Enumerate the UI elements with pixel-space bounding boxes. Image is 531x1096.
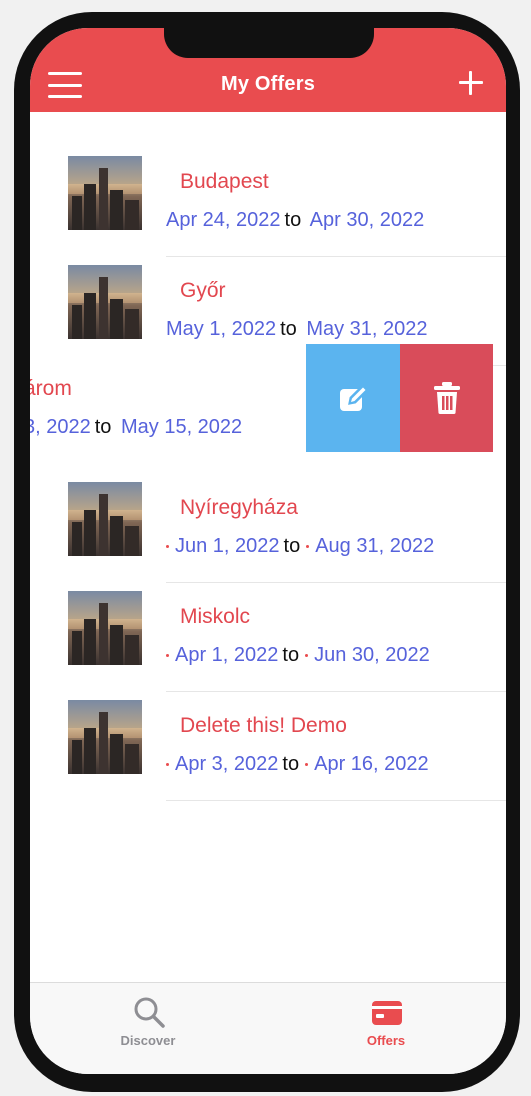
tab-offers[interactable]: Offers <box>326 991 446 1055</box>
date-marker-icon <box>306 545 310 549</box>
offer-end-date: Jun 30, 2022 <box>314 644 430 666</box>
offer-row-miskolc[interactable]: Miskolc Apr 1, 2022 to Jun 30, 2022 <box>30 571 506 692</box>
offer-dates: 3, 2022 to May 15, 2022 <box>30 416 242 439</box>
offer-end-date: May 15, 2022 <box>120 416 243 438</box>
offer-row-gyor[interactable]: Győr May 1, 2022 to May 31, 2022 <box>30 245 506 366</box>
search-icon <box>134 997 165 1028</box>
edit-pencil-icon <box>340 383 370 411</box>
offer-title: Delete this! Demo <box>180 714 347 737</box>
tab-discover[interactable]: Discover <box>88 991 208 1055</box>
offer-dates: Apr 1, 2022 to Jun 30, 2022 <box>166 644 506 667</box>
device-notch <box>164 28 374 58</box>
offer-thumbnail <box>68 482 142 556</box>
offer-row-delete-demo[interactable]: Delete this! Demo Apr 3, 2022 to Apr 16, 2… <box>30 680 506 801</box>
offer-end-date: Aug 31, 2022 <box>315 535 435 557</box>
offer-title: Budapest <box>180 170 269 193</box>
offer-title: árom <box>30 377 72 400</box>
offer-end-date: Apr 30, 2022 <box>309 209 425 231</box>
offer-start-date: Jun 1, 2022 <box>175 535 280 557</box>
date-separator: to <box>284 209 302 231</box>
date-marker-icon <box>166 763 169 767</box>
offer-start-date: Apr 1, 2022 <box>175 644 279 666</box>
tab-bar: Discover Offers <box>30 982 506 1074</box>
edit-button[interactable] <box>306 344 400 452</box>
offer-start-date: Apr 24, 2022 <box>166 209 281 231</box>
offer-end-date: Apr 16, 2022 <box>314 753 429 775</box>
offer-start-date: May 1, 2022 <box>166 318 277 340</box>
offer-dates: May 1, 2022 to May 31, 2022 <box>166 318 506 341</box>
row-divider <box>166 800 506 801</box>
offer-dates: Apr 24, 2022 to Apr 30, 2022 <box>166 209 506 232</box>
offer-start-date: 3, 2022 <box>30 416 91 438</box>
date-marker-icon <box>305 763 309 767</box>
card-icon <box>372 1001 402 1025</box>
offer-thumbnail <box>68 265 142 339</box>
offers-list: Budapest Apr 24, 2022 to Apr 30, 2022 Győ… <box>30 112 506 982</box>
date-separator: to <box>283 535 301 557</box>
offer-end-date: May 31, 2022 <box>306 318 428 340</box>
offer-dates: Apr 3, 2022 to Apr 16, 2022 <box>166 753 506 776</box>
date-separator: to <box>94 416 112 438</box>
offer-thumbnail <box>68 156 142 230</box>
date-separator: to <box>280 318 297 340</box>
offer-dates: Jun 1, 2022 to Aug 31, 2022 <box>166 535 506 558</box>
trash-icon <box>433 382 460 414</box>
offer-row-swiped[interactable]: árom 3, 2022to May 15, 2022 <box>30 344 506 452</box>
tab-offers-label: Offers <box>366 1033 406 1048</box>
date-separator: to <box>282 753 300 775</box>
offer-start-date: Apr 3, 2022 <box>175 753 279 775</box>
tab-discover-label: Discover <box>120 1033 176 1048</box>
offer-title: Miskolc <box>180 605 251 628</box>
date-marker-icon <box>305 654 309 658</box>
offer-thumbnail <box>68 591 142 665</box>
offer-title: Győr <box>180 279 226 302</box>
date-marker-icon <box>166 654 169 658</box>
app-screen: My Offers Budapest Apr 24, 2022 to Apr 30… <box>30 28 506 1074</box>
page-title: My Offers <box>220 73 316 95</box>
offer-title: Nyíregyháza <box>180 496 298 519</box>
offer-thumbnail <box>68 700 142 774</box>
offer-row-nyiregyhaza[interactable]: Nyíregyháza Jun 1, 2022 to Aug 31, 2022 <box>30 462 506 583</box>
delete-button[interactable] <box>400 344 493 452</box>
swiped-offer-content[interactable]: árom 3, 2022to May 15, 2022 <box>30 344 306 452</box>
offer-row-budapest[interactable]: Budapest Apr 24, 2022 to Apr 30, 2022 <box>30 136 506 257</box>
date-marker-icon <box>166 545 169 549</box>
plus-icon[interactable] <box>456 68 486 98</box>
date-separator: to <box>282 644 300 666</box>
